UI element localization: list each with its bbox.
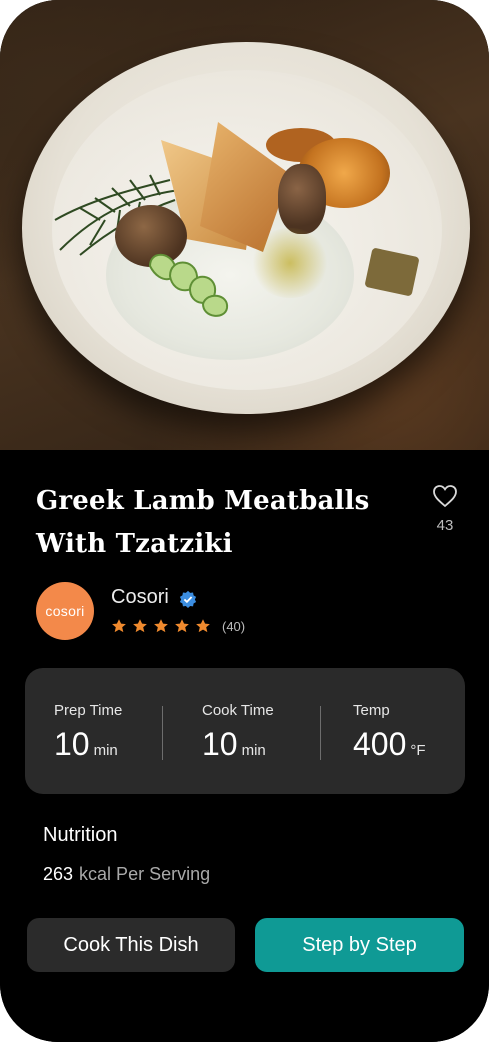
stat-divider [162, 706, 163, 760]
star-icon [133, 619, 147, 633]
star-icon [175, 619, 189, 633]
stat-label: Prep Time [54, 702, 123, 719]
stat-label: Cook Time [202, 702, 274, 719]
avatar[interactable]: cosori [36, 582, 94, 640]
recipe-stats-card: Prep Time 10 min Cook Time 10 min Temp 400… [25, 668, 465, 794]
recipe-hero-image [0, 0, 489, 450]
nutrition-heading: Nutrition [43, 824, 118, 846]
recipe-details: Greek Lamb Meatballs With Tzatziki 43 co… [0, 450, 489, 1042]
calorie-value: 263 [43, 864, 74, 884]
stat-number: 400 [353, 726, 407, 762]
stat-number: 10 [54, 726, 90, 762]
like-count: 43 [436, 517, 454, 534]
stat-divider [320, 706, 321, 760]
meatball-right [278, 164, 326, 234]
stat-unit: min [93, 742, 118, 759]
stat-unit: °F [410, 742, 426, 759]
olive-oil-drizzle [250, 228, 330, 298]
stat-value: 10 min [54, 726, 118, 763]
recipe-title-line-2: With Tzatziki [36, 529, 233, 559]
rating-count: (40) [222, 618, 246, 634]
stat-value: 400 °F [353, 726, 426, 763]
stat-label: Temp [353, 702, 390, 719]
recipe-title: Greek Lamb Meatballs With Tzatziki [36, 480, 396, 566]
verified-badge-icon [179, 590, 197, 608]
recipe-screen: Greek Lamb Meatballs With Tzatziki 43 co… [0, 0, 489, 1042]
rating: (40) [111, 618, 245, 634]
star-icon [154, 619, 168, 633]
cucumber-ribbons [148, 253, 229, 317]
recipe-title-line-1: Greek Lamb Meatballs [36, 486, 370, 516]
stat-unit: min [241, 742, 266, 759]
calorie-label: kcal Per Serving [79, 864, 211, 884]
nutrition-calories: 263 kcal Per Serving [43, 864, 210, 885]
stat-value: 10 min [202, 726, 266, 763]
cook-this-dish-button[interactable]: Cook This Dish [27, 918, 235, 972]
star-icon [112, 619, 126, 633]
author-name[interactable]: Cosori [111, 586, 169, 609]
step-by-step-button[interactable]: Step by Step [255, 918, 464, 972]
like-button[interactable]: 43 [426, 484, 464, 534]
star-icon [196, 619, 210, 633]
heart-outline-icon [433, 485, 457, 508]
stat-number: 10 [202, 726, 238, 762]
